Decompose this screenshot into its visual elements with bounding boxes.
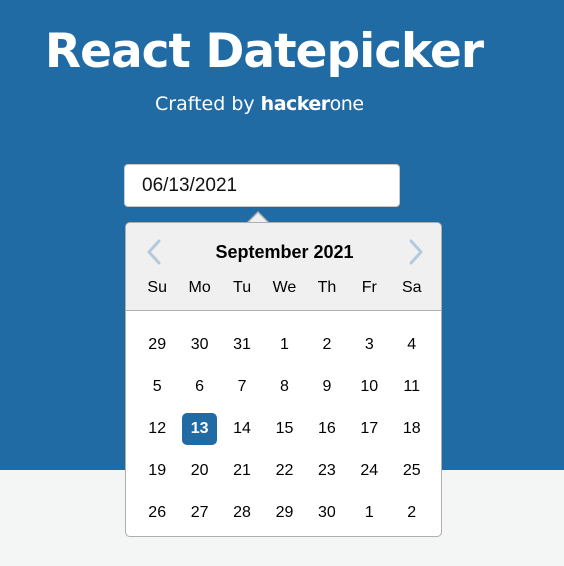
day-number: 23 xyxy=(317,462,336,479)
calendar-day[interactable]: 23 xyxy=(306,455,348,487)
calendar-day[interactable]: 17 xyxy=(348,413,390,445)
calendar-day[interactable]: 27 xyxy=(178,497,220,529)
selected-day[interactable]: 13 xyxy=(178,413,220,445)
calendar-week-row: 12 13 14 15 16 17 18 xyxy=(136,408,433,450)
calendar-day[interactable]: 30 xyxy=(306,497,348,529)
brand-light-text: one xyxy=(329,93,364,115)
crafted-by-text: Crafted by xyxy=(155,93,261,115)
calendar-day[interactable]: 6 xyxy=(178,371,220,403)
calendar-day[interactable]: 8 xyxy=(263,371,305,403)
day-grid: 29 30 31 1 2 3 4 5 6 7 8 9 10 11 12 13 14 15 16 17 18 19 20 21 2… xyxy=(136,324,433,534)
calendar-day[interactable]: 26 xyxy=(136,497,178,529)
calendar-week-row: 5 6 7 8 9 10 11 xyxy=(136,366,433,408)
calendar-day[interactable]: 1 xyxy=(348,497,390,529)
day-number: 15 xyxy=(275,420,294,437)
calendar-day[interactable]: 30 xyxy=(178,329,220,361)
day-number: 7 xyxy=(237,378,247,395)
day-number: 3 xyxy=(364,336,374,353)
calendar-week-row: 19 20 21 22 23 24 25 xyxy=(136,450,433,492)
calendar-day[interactable]: 2 xyxy=(306,329,348,361)
day-number: 2 xyxy=(407,504,417,521)
weekday-header-row: Su Mo Tu We Th Fr Sa xyxy=(136,278,433,298)
day-number: 19 xyxy=(148,462,167,479)
crafted-by-line: Crafted by hackerone xyxy=(155,90,364,118)
calendar-day[interactable]: 3 xyxy=(348,329,390,361)
day-number: 28 xyxy=(233,504,251,521)
datepicker-calendar: September 2021 Su Mo Tu We Th Fr Sa 29 30… xyxy=(125,222,442,537)
calendar-day[interactable]: 4 xyxy=(391,329,433,361)
calendar-week-row: 29 30 31 1 2 3 4 xyxy=(136,324,433,366)
day-number: 31 xyxy=(233,336,251,353)
calendar-day[interactable]: 25 xyxy=(391,455,433,487)
day-number: 1 xyxy=(280,336,289,353)
day-number: 8 xyxy=(280,378,289,395)
calendar-day[interactable]: 29 xyxy=(263,497,305,529)
calendar-day[interactable]: 24 xyxy=(348,455,390,487)
day-number: 27 xyxy=(190,504,209,521)
calendar-day[interactable]: 21 xyxy=(221,455,263,487)
calendar-day[interactable]: 31 xyxy=(221,329,263,361)
day-number: 29 xyxy=(275,504,294,521)
chevron-right-icon xyxy=(409,239,423,265)
day-number: 6 xyxy=(195,378,205,395)
day-number: 17 xyxy=(360,420,379,437)
day-number: 14 xyxy=(233,420,251,437)
day-number: 1 xyxy=(364,504,374,521)
calendar-day[interactable]: 11 xyxy=(391,371,433,403)
calendar-day[interactable]: 10 xyxy=(348,371,390,403)
day-number: 2 xyxy=(322,336,332,353)
weekday-label: Mo xyxy=(188,279,211,296)
day-number: 9 xyxy=(322,378,332,395)
day-number: 11 xyxy=(403,378,421,395)
calendar-day[interactable]: 16 xyxy=(306,413,348,445)
brand-bold-text: hacker xyxy=(260,93,331,115)
day-number: 20 xyxy=(190,462,209,479)
calendar-day[interactable]: 15 xyxy=(263,413,305,445)
calendar-day[interactable]: 1 xyxy=(263,329,305,361)
calendar-week-row: 26 27 28 29 30 1 2 xyxy=(136,492,433,534)
calendar-day[interactable]: 12 xyxy=(136,413,178,445)
day-number: 18 xyxy=(402,420,421,437)
weekday-label: Tu xyxy=(233,279,252,296)
day-number: 29 xyxy=(148,336,167,353)
calendar-day[interactable]: 19 xyxy=(136,455,178,487)
weekday-label: We xyxy=(272,279,297,296)
calendar-day[interactable]: 22 xyxy=(263,455,305,487)
day-number: 22 xyxy=(275,462,294,479)
page-title: React Datepicker xyxy=(44,24,484,79)
weekday-label: Th xyxy=(317,279,337,296)
weekday-label: Sa xyxy=(401,279,422,296)
calendar-day[interactable]: 9 xyxy=(306,371,348,403)
calendar-day[interactable]: 5 xyxy=(136,371,178,403)
calendar-day[interactable]: 28 xyxy=(221,497,263,529)
calendar-day[interactable]: 29 xyxy=(136,329,178,361)
calendar-day[interactable]: 2 xyxy=(391,497,433,529)
day-number: 12 xyxy=(148,420,167,437)
hackerone-logo[interactable]: hackerone xyxy=(261,93,364,115)
calendar-day[interactable]: 14 xyxy=(221,413,263,445)
day-number: 30 xyxy=(190,336,209,353)
calendar-day[interactable]: 20 xyxy=(178,455,220,487)
day-number: 24 xyxy=(360,462,379,479)
day-number: 5 xyxy=(152,378,162,395)
weekday-label: Su xyxy=(147,279,167,296)
next-month-button[interactable] xyxy=(402,237,428,267)
current-month: September 2021 xyxy=(215,242,354,262)
day-number: 25 xyxy=(402,462,421,479)
weekday-label: Fr xyxy=(361,279,377,296)
date-input[interactable] xyxy=(124,164,400,207)
day-number: 21 xyxy=(233,462,251,479)
calendar-day[interactable]: 18 xyxy=(391,413,433,445)
day-number: 13 xyxy=(182,413,218,445)
calendar-day[interactable]: 7 xyxy=(221,371,263,403)
day-number: 4 xyxy=(407,336,417,353)
day-number: 26 xyxy=(148,504,167,521)
day-number: 30 xyxy=(317,504,336,521)
day-number: 16 xyxy=(317,420,336,437)
day-number: 10 xyxy=(360,378,379,395)
